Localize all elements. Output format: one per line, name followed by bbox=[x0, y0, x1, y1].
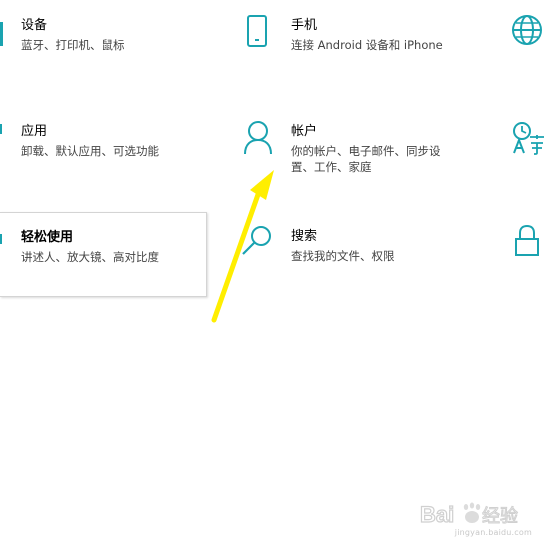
phone-icon bbox=[246, 14, 268, 48]
tile-search[interactable]: 搜索 查找我的文件、权限 bbox=[232, 212, 472, 297]
tile-description: 你的帐户、电子邮件、同步设置、工作、家庭 bbox=[291, 144, 441, 174]
tile-description: 查找我的文件、权限 bbox=[291, 249, 395, 263]
person-icon bbox=[242, 120, 274, 156]
search-icon bbox=[240, 224, 274, 258]
tile-description: 连接 Android 设备和 iPhone bbox=[291, 38, 443, 52]
tile-phone[interactable]: 手机 连接 Android 设备和 iPhone bbox=[232, 0, 472, 80]
tile-title: 设备 bbox=[21, 18, 48, 33]
tile-accounts[interactable]: 帐户 你的帐户、电子邮件、同步设置、工作、家庭 bbox=[232, 110, 472, 200]
ease-of-access-icon bbox=[0, 234, 2, 244]
tile-title: 帐户 bbox=[291, 124, 318, 139]
tile-description: 蓝牙、打印机、鼠标 bbox=[21, 38, 125, 52]
tile-apps[interactable]: 应用 卸载、默认应用、可选功能 bbox=[0, 110, 200, 190]
tile-devices[interactable]: 设备 蓝牙、打印机、鼠标 bbox=[0, 0, 200, 80]
tile-title: 手机 bbox=[291, 18, 318, 33]
time-language-icon bbox=[511, 120, 547, 156]
tile-privacy[interactable] bbox=[500, 212, 550, 297]
svg-text:经验: 经验 bbox=[482, 506, 518, 527]
tile-title: 应用 bbox=[21, 124, 48, 139]
settings-home: 设备 蓝牙、打印机、鼠标 应用 卸载、默认应用、可选功能 轻松使用 讲述人、放大… bbox=[0, 0, 550, 550]
lock-icon bbox=[513, 224, 541, 258]
tile-title: 轻松使用 bbox=[21, 230, 74, 245]
devices-icon bbox=[0, 22, 3, 46]
tile-time-language[interactable] bbox=[500, 110, 550, 190]
svg-text:Bai: Bai bbox=[420, 502, 454, 527]
tile-network[interactable] bbox=[500, 0, 550, 80]
globe-icon bbox=[511, 14, 543, 46]
tile-title: 搜索 bbox=[291, 229, 318, 244]
tile-ease-of-access[interactable]: 轻松使用 讲述人、放大镜、高对比度 bbox=[0, 212, 207, 297]
apps-icon bbox=[0, 124, 2, 134]
watermark-url: jingyan.baidu.com bbox=[454, 528, 532, 537]
tile-description: 讲述人、放大镜、高对比度 bbox=[21, 250, 159, 264]
tile-description: 卸载、默认应用、可选功能 bbox=[21, 144, 159, 158]
